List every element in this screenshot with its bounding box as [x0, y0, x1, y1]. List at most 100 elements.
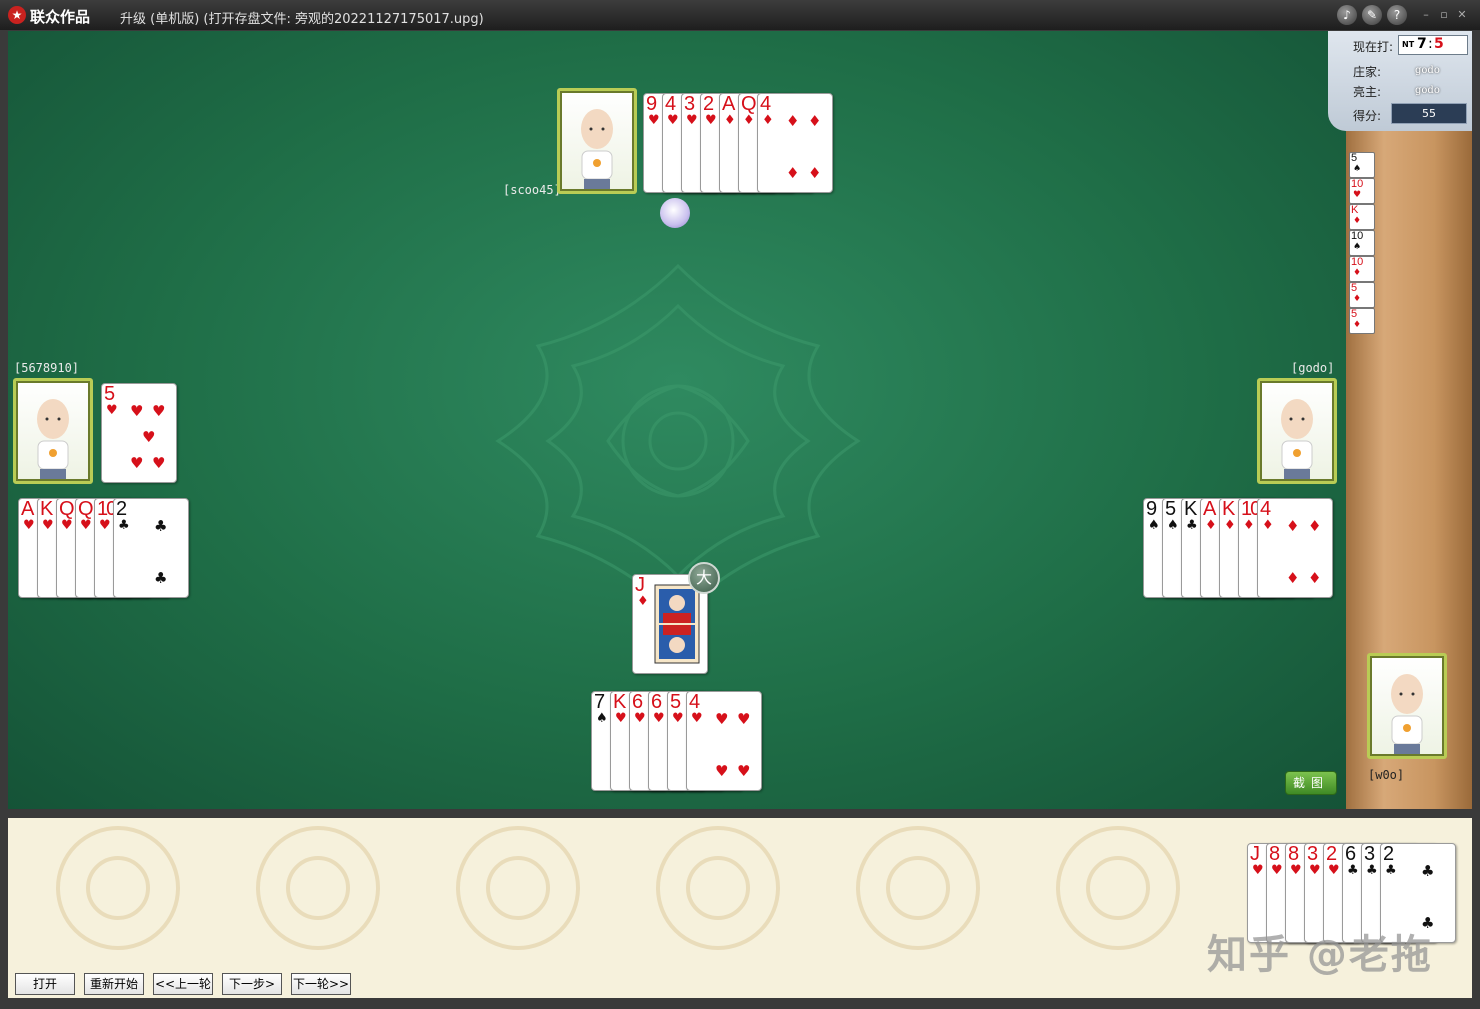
- card-suit: ♦: [724, 113, 736, 128]
- level-team-a: 7: [1417, 36, 1427, 52]
- player-name-west: [5678910]: [14, 361, 80, 375]
- card-rank: 4: [665, 93, 676, 115]
- score-value: 55: [1391, 103, 1467, 124]
- card-suit: ♦: [1224, 518, 1236, 533]
- card-suit: ♦: [743, 113, 755, 128]
- avatar-west[interactable]: [13, 378, 93, 484]
- avatar-north[interactable]: [557, 88, 637, 194]
- playing-card[interactable]: 4 ♦ ♦ ♦ ♦ ♦: [757, 93, 833, 193]
- card-suit: ♣: [118, 518, 130, 533]
- title-bar: ★ 联众作品 升级 (单机版) (打开存盘文件: 旁观的202211271750…: [0, 0, 1480, 30]
- card-suit: ♣: [1347, 863, 1359, 878]
- card-suit: ♦: [1243, 518, 1255, 533]
- card-pip: ♥: [715, 762, 729, 780]
- card-rank: 3: [684, 93, 695, 115]
- score-card-rank: 5: [1351, 152, 1358, 164]
- card-suit: ♠: [1148, 518, 1160, 533]
- score-card-rank: K: [1351, 204, 1359, 216]
- card-suit: ♦: [1262, 518, 1274, 533]
- card-suit: ♥: [653, 711, 665, 726]
- prev-round-button[interactable]: <<上一轮: [153, 973, 213, 995]
- playing-card[interactable]: 4 ♦ ♦ ♦ ♦ ♦: [1257, 498, 1333, 598]
- avatar-east[interactable]: [1257, 378, 1337, 484]
- score-card-rank: 10: [1351, 230, 1364, 242]
- score-card-rank: 5: [1351, 282, 1358, 294]
- trump-badge: NT: [1402, 40, 1415, 49]
- card-suit: ♥: [667, 113, 679, 128]
- card-pip: ♣: [1421, 862, 1435, 880]
- card-suit: ♥: [80, 518, 92, 533]
- card-rank: 3: [1364, 843, 1375, 865]
- card-pip: ♥: [737, 762, 751, 780]
- watermark: 知乎 @老拖: [1207, 932, 1433, 978]
- current-level-label: 现在打:: [1353, 40, 1394, 54]
- score-card: 10 ♥: [1349, 178, 1375, 204]
- card-rank: Q: [59, 498, 75, 520]
- screenshot-button[interactable]: 截图: [1285, 771, 1337, 795]
- speaker-icon[interactable]: ♪: [1337, 5, 1357, 25]
- card-pip: ♦: [1308, 517, 1322, 535]
- card-suit: ♥: [1309, 863, 1321, 878]
- avatar-figure-icon: [1391, 674, 1423, 754]
- playing-card[interactable]: 4 ♥ ♥ ♥ ♥ ♥: [686, 691, 762, 791]
- card-rank: 6: [1345, 843, 1356, 865]
- table-ornament: [495, 263, 861, 619]
- dealer-value: godo: [1415, 65, 1440, 76]
- card-rank: J: [635, 574, 645, 596]
- card-rank: K: [613, 691, 626, 713]
- card-rank: J: [1250, 843, 1260, 865]
- restart-button[interactable]: 重新开始: [84, 973, 144, 995]
- score-card: 5 ♠: [1349, 152, 1375, 178]
- card-suit: ♦: [762, 113, 774, 128]
- card-rank: 6: [632, 691, 643, 713]
- avatar-south[interactable]: [1367, 653, 1447, 759]
- wrench-icon[interactable]: ✎: [1362, 5, 1382, 25]
- card-rank: 9: [646, 93, 657, 115]
- next-step-button[interactable]: 下一步>: [222, 973, 282, 995]
- card-pip: ♦: [1308, 569, 1322, 587]
- turn-indicator-icon: [660, 198, 690, 228]
- card-pip: ♥: [737, 710, 751, 728]
- app-name: 联众作品: [30, 8, 91, 26]
- card-rank: 5: [104, 383, 115, 405]
- card-suit: ♣: [1366, 863, 1378, 878]
- card-pip: ♦: [1286, 517, 1300, 535]
- card-rank: 2: [1326, 843, 1337, 865]
- card-pip: ♦: [1286, 569, 1300, 587]
- card-rank: 2: [116, 498, 127, 520]
- card-pip: ♥: [715, 710, 729, 728]
- card-rank: Q: [741, 93, 757, 115]
- level-separator: :: [1428, 36, 1433, 52]
- help-icon[interactable]: ?: [1387, 5, 1407, 25]
- playing-card[interactable]: 5 ♥ ♥ ♥ ♥ ♥ ♥: [101, 383, 177, 483]
- open-button[interactable]: 打开: [15, 973, 75, 995]
- restore-button[interactable]: ▫: [1437, 8, 1451, 22]
- declarer-label: 亮主:: [1353, 85, 1382, 99]
- card-suit: ♥: [705, 113, 717, 128]
- score-card-suit: ♦: [1353, 216, 1362, 226]
- trump-level-box: NT 7 : 5: [1398, 35, 1468, 55]
- card-suit: ♥: [634, 711, 646, 726]
- declarer-value: godo: [1415, 85, 1440, 96]
- card-suit: ♣: [1385, 863, 1397, 878]
- minimize-button[interactable]: –: [1419, 8, 1433, 22]
- card-rank: A: [21, 498, 34, 520]
- card-pip: ♦: [808, 164, 822, 182]
- card-rank: 5: [1165, 498, 1176, 520]
- card-pip: ♥: [130, 454, 144, 472]
- next-round-button[interactable]: 下一轮>>: [291, 973, 351, 995]
- card-suit: ♥: [686, 113, 698, 128]
- card-rank: 2: [1383, 843, 1394, 865]
- score-card: 10 ♠: [1349, 230, 1375, 256]
- card-rank: A: [1203, 498, 1216, 520]
- close-button[interactable]: ✕: [1455, 8, 1469, 22]
- card-pip: ♥: [152, 454, 166, 472]
- playing-card[interactable]: 2 ♣ ♣ ♣: [113, 498, 189, 598]
- avatar-figure-icon: [1281, 399, 1313, 479]
- card-suit: ♥: [648, 113, 660, 128]
- card-suit: ♦: [637, 594, 649, 609]
- card-suit: ♥: [99, 518, 111, 533]
- card-pip: ♥: [142, 428, 156, 446]
- score-card-suit: ♦: [1353, 294, 1362, 304]
- card-rank: 8: [1288, 843, 1299, 865]
